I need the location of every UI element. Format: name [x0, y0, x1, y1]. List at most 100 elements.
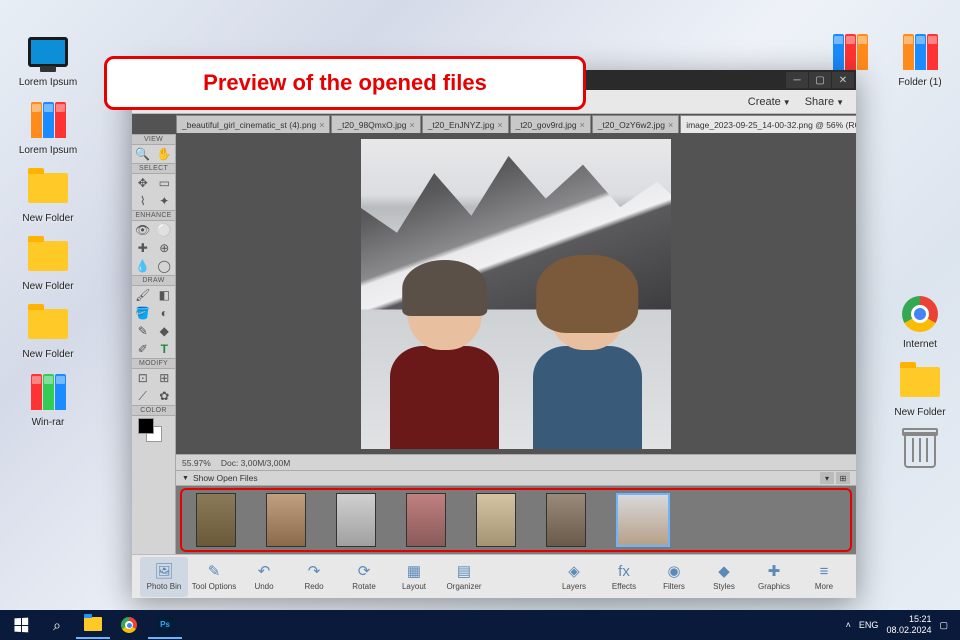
close-tab-icon[interactable]: ×	[580, 120, 585, 130]
thumbnail[interactable]	[336, 493, 376, 547]
straighten-tool-icon[interactable]: ⟋	[132, 387, 154, 405]
tray-language[interactable]: ENG	[859, 620, 879, 630]
move-tool-icon[interactable]: ✥	[132, 174, 154, 192]
thumbnail[interactable]	[546, 493, 586, 547]
toolbar-undo[interactable]: ↶Undo	[240, 557, 288, 597]
tool-cat-select: SELECT	[132, 163, 175, 174]
desktop-icon[interactable]: New Folder	[890, 360, 950, 418]
hand-tool-icon[interactable]: ✋	[154, 145, 176, 163]
zoom-level[interactable]: 55.97%	[182, 458, 211, 468]
thumbnail[interactable]	[406, 493, 446, 547]
toolbar-organizer[interactable]: ▤Organizer	[440, 557, 488, 597]
menu-share[interactable]: Share▼	[805, 96, 844, 108]
cookie-tool-icon[interactable]: ✿	[154, 387, 176, 405]
toolbar-tool-options[interactable]: ✎Tool Options	[190, 557, 238, 597]
minimize-button[interactable]: ─	[786, 72, 808, 88]
bucket-tool-icon[interactable]: 🪣	[132, 304, 154, 322]
heal-tool-icon[interactable]: ✚	[132, 239, 154, 257]
shape-tool-icon[interactable]: ◆	[154, 322, 176, 340]
photo-bin	[176, 486, 856, 554]
desktop-icon[interactable]: Folder (1)	[890, 30, 950, 88]
eraser-tool-icon[interactable]: ◧	[154, 286, 176, 304]
document-tab[interactable]: image_2023-09-25_14-00-32.png @ 56% (RGB…	[680, 115, 856, 133]
document-tab[interactable]: _beautiful_girl_cinematic_st (4).png×	[176, 115, 330, 133]
desktop-icon[interactable]: New Folder	[18, 302, 78, 360]
photoshop-button[interactable]: Ps	[148, 611, 182, 639]
toolbar-graphics[interactable]: ✚Graphics	[750, 557, 798, 597]
recompose-tool-icon[interactable]: ⊞	[154, 369, 176, 387]
lasso-tool-icon[interactable]: ⌇	[132, 192, 154, 210]
document-tab[interactable]: _t20_OzY6w2.jpg×	[592, 115, 679, 133]
document-tab[interactable]: _t20_98QmxO.jpg×	[331, 115, 420, 133]
doc-size: Doc: 3,00M/3,00M	[221, 458, 290, 468]
toolbar-photo-bin[interactable]: 🖼Photo Bin	[140, 557, 188, 597]
maximize-button[interactable]: ▢	[809, 72, 831, 88]
tool-cat-view: VIEW	[132, 134, 175, 145]
annotation-callout: Preview of the opened files	[104, 56, 586, 110]
close-tab-icon[interactable]: ×	[319, 120, 324, 130]
canvas-area: 55.97% Doc: 3,00M/3,00M ▼ Show Open File…	[176, 134, 856, 554]
chevron-down-icon: ▼	[182, 475, 189, 482]
desktop-icon[interactable]	[890, 428, 950, 475]
document-tab[interactable]: _t20_gov9rd.jpg×	[510, 115, 591, 133]
start-button[interactable]	[4, 611, 38, 639]
brush-tool-icon[interactable]: 🖌	[132, 286, 154, 304]
canvas-statusbar: 55.97% Doc: 3,00M/3,00M	[176, 454, 856, 470]
crop-tool-icon[interactable]: ⊡	[132, 369, 154, 387]
active-image	[361, 139, 671, 449]
pencil-tool-icon[interactable]: ✐	[132, 340, 154, 358]
blur-tool-icon[interactable]: 💧	[132, 257, 154, 275]
panel-menu-icon[interactable]: ▾	[820, 472, 834, 484]
taskbar: ⌕ Ps ˄ ENG 15:21 08.02.2024 ▢	[0, 610, 960, 640]
annotation-text: Preview of the opened files	[203, 70, 487, 96]
close-tab-icon[interactable]: ×	[409, 120, 414, 130]
toolbar-effects[interactable]: fxEffects	[600, 557, 648, 597]
desktop-icon[interactable]: Lorem Ipsum	[18, 30, 78, 88]
tooth-tool-icon[interactable]: ⚪	[154, 221, 176, 239]
thumbnail[interactable]	[196, 493, 236, 547]
notifications-icon[interactable]: ▢	[939, 620, 948, 631]
eye-tool-icon[interactable]: 👁	[132, 221, 154, 239]
picker-tool-icon[interactable]: ✎	[132, 322, 154, 340]
desktop-icon[interactable]: Win-rar	[18, 370, 78, 428]
document-tab[interactable]: _t20_EnJNYZ.jpg×	[422, 115, 509, 133]
thumbnail[interactable]	[266, 493, 306, 547]
thumbnail[interactable]	[476, 493, 516, 547]
desktop-icon[interactable]: Internet	[890, 292, 950, 350]
toolbar-layers[interactable]: ◈Layers	[550, 557, 598, 597]
system-tray: ˄ ENG 15:21 08.02.2024 ▢	[846, 614, 956, 636]
sponge-tool-icon[interactable]: ◯	[154, 257, 176, 275]
toolbox: VIEW 🔍✋ SELECT ✥▭ ⌇✦ ENHANCE 👁⚪ ✚⊕ 💧◯ DR…	[132, 134, 176, 554]
clone-tool-icon[interactable]: ⊕	[154, 239, 176, 257]
toolbar-styles[interactable]: ◆Styles	[700, 557, 748, 597]
wand-tool-icon[interactable]: ✦	[154, 192, 176, 210]
toolbar-redo[interactable]: ↷Redo	[290, 557, 338, 597]
tray-clock[interactable]: 15:21 08.02.2024	[886, 614, 931, 636]
close-tab-icon[interactable]: ×	[497, 120, 502, 130]
text-tool-icon[interactable]: T	[154, 340, 176, 358]
desktop-icon[interactable]: New Folder	[18, 234, 78, 292]
toolbar-more[interactable]: ≡More	[800, 557, 848, 597]
tool-cat-draw: DRAW	[132, 275, 175, 286]
photobin-header[interactable]: ▼ Show Open Files ▾⊞	[176, 470, 856, 486]
toolbar-rotate[interactable]: ⟳Rotate	[340, 557, 388, 597]
canvas-viewport[interactable]	[176, 134, 856, 454]
close-button[interactable]: ✕	[832, 72, 854, 88]
menu-create[interactable]: Create▼	[748, 96, 791, 108]
toolbar-layout[interactable]: ▦Layout	[390, 557, 438, 597]
marquee-tool-icon[interactable]: ▭	[154, 174, 176, 192]
search-button[interactable]: ⌕	[40, 611, 74, 639]
zoom-tool-icon[interactable]: 🔍	[132, 145, 154, 163]
color-swatch[interactable]	[136, 418, 171, 444]
thumbnail-selected[interactable]	[616, 493, 670, 547]
tray-chevron-icon[interactable]: ˄	[846, 620, 851, 630]
chrome-button[interactable]	[112, 611, 146, 639]
panel-grid-icon[interactable]: ⊞	[836, 472, 850, 484]
desktop-icon[interactable]: Lorem Ipsum	[18, 98, 78, 156]
toolbar-filters[interactable]: ◉Filters	[650, 557, 698, 597]
file-explorer-button[interactable]	[76, 611, 110, 639]
desktop-icon[interactable]: New Folder	[18, 166, 78, 224]
tool-cat-modify: MODIFY	[132, 358, 175, 369]
close-tab-icon[interactable]: ×	[668, 120, 673, 130]
gradient-tool-icon[interactable]: ◐	[154, 304, 176, 322]
